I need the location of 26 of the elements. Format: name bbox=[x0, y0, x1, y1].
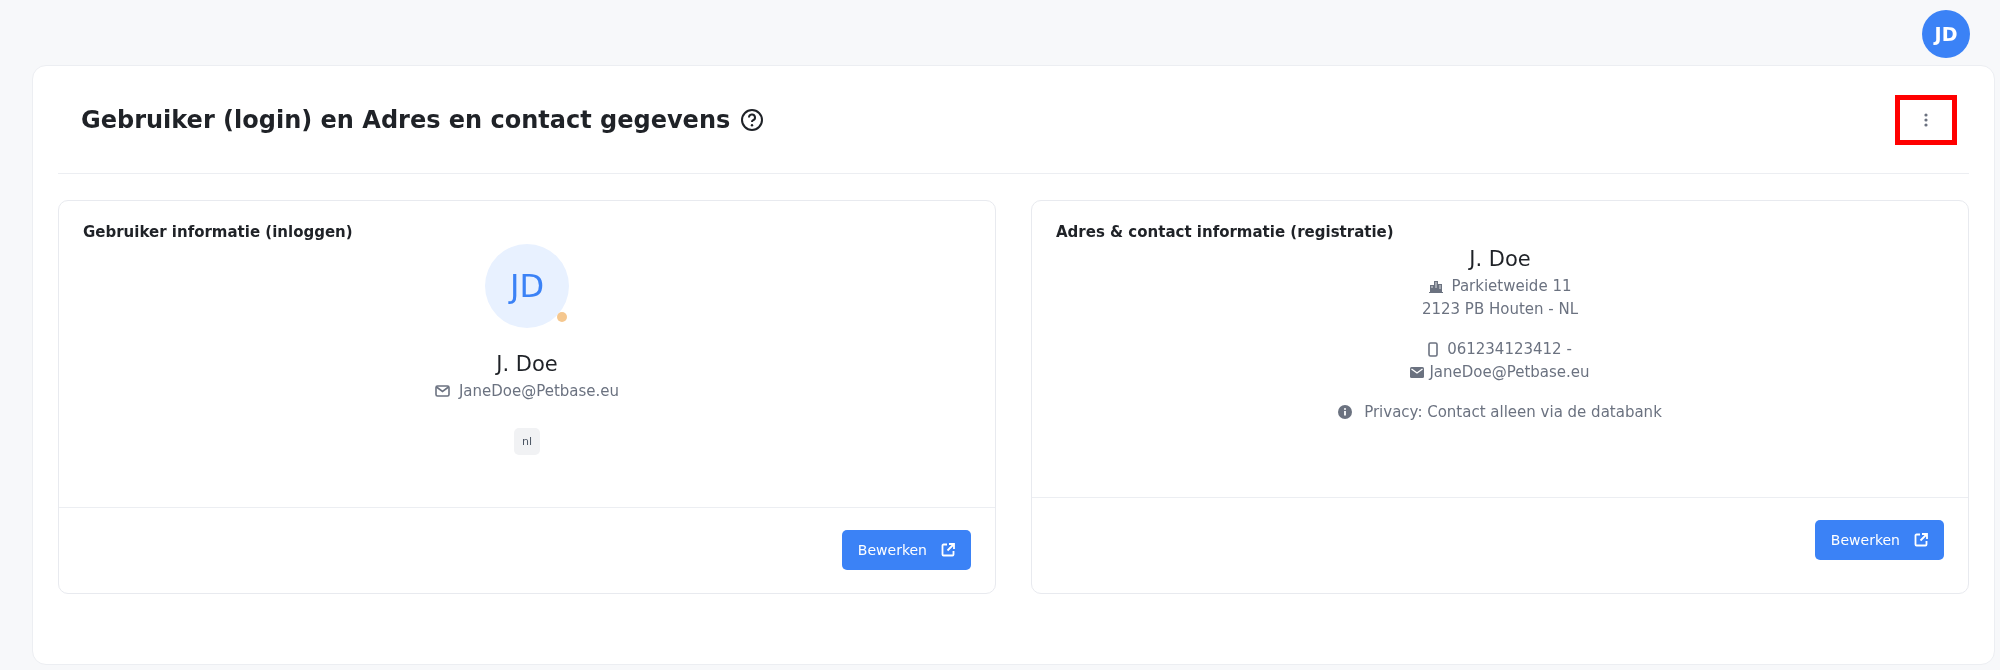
privacy-note: Privacy: Contact alleen via de databank bbox=[1364, 403, 1662, 421]
mobile-phone-icon bbox=[1428, 341, 1439, 357]
email-text: JaneDoe@Petbase.eu bbox=[458, 382, 620, 400]
email-text: JaneDoe@Petbase.eu bbox=[1429, 363, 1590, 381]
more-menu-button[interactable] bbox=[1895, 94, 1957, 145]
edit-button[interactable]: Bewerken bbox=[841, 530, 971, 570]
more-icon bbox=[1924, 112, 1928, 127]
help-icon[interactable] bbox=[740, 107, 765, 132]
card-title: Gebruiker informatie (inloggen) bbox=[83, 223, 353, 241]
avatar-initials: JD bbox=[509, 267, 545, 305]
user-name: J. Doe bbox=[496, 352, 558, 376]
envelope-icon bbox=[434, 385, 450, 397]
edit-button[interactable]: Bewerken bbox=[1814, 520, 1944, 560]
building-icon bbox=[1428, 279, 1443, 293]
external-link-icon bbox=[941, 543, 955, 557]
address-city: 2123 PB Houten - NL bbox=[1421, 300, 1579, 318]
card-title: Adres & contact informatie (registratie) bbox=[1056, 223, 1394, 241]
envelope-icon bbox=[1410, 366, 1425, 378]
phone-text: 061234123412 - bbox=[1447, 340, 1572, 358]
address-street: Parkietweide 11 bbox=[1451, 277, 1572, 295]
external-link-icon bbox=[1914, 533, 1928, 547]
section-title: Gebruiker (login) en Adres en contact gegevens bbox=[81, 105, 731, 134]
contact-name: J. Doe bbox=[1469, 247, 1531, 271]
language-badge: nl bbox=[514, 428, 540, 455]
user-avatar[interactable]: JD bbox=[1922, 10, 1970, 58]
info-icon bbox=[1338, 405, 1353, 419]
